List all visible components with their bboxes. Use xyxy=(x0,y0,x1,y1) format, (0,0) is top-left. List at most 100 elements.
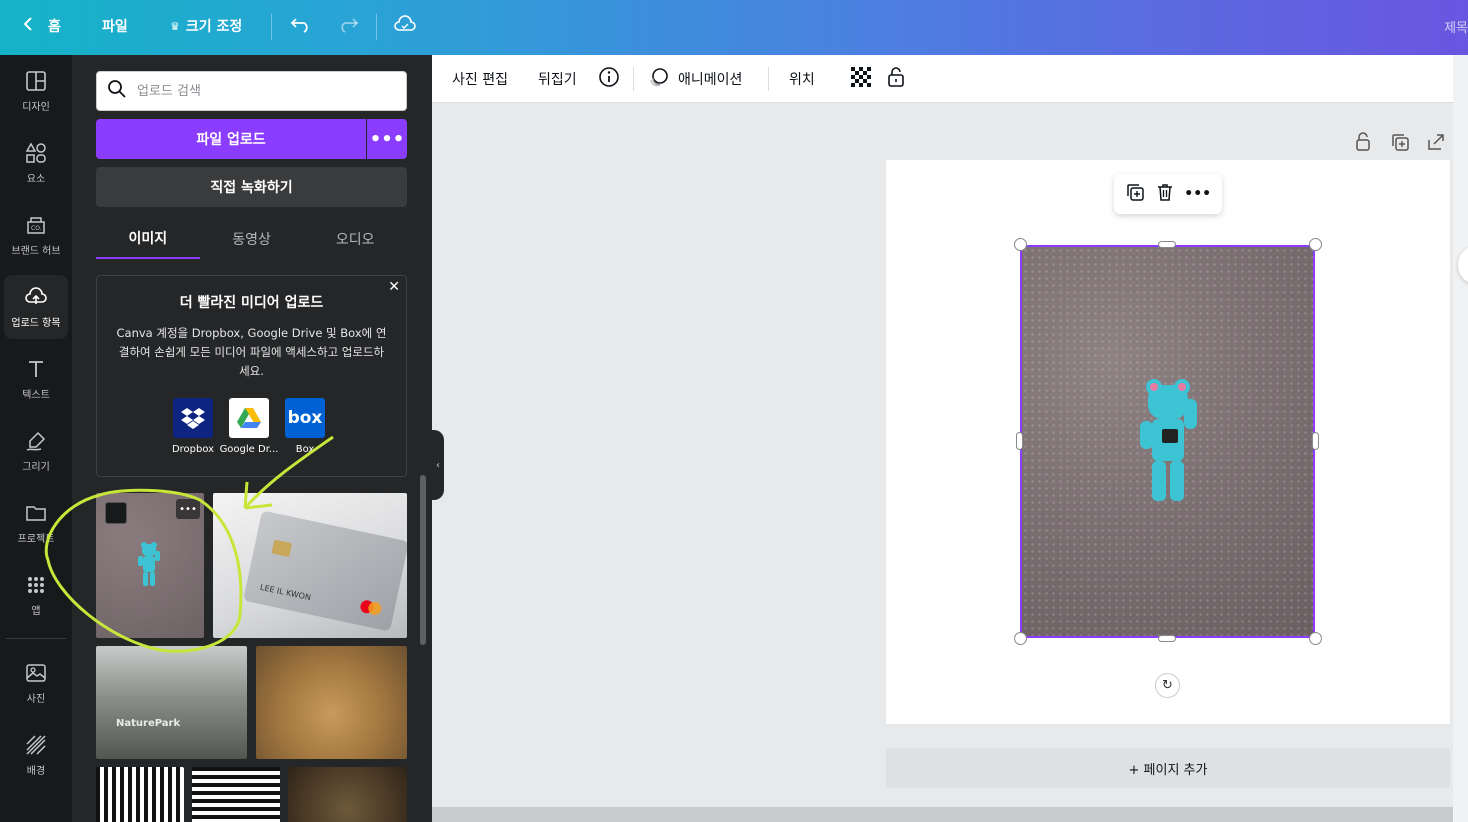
rotate-icon: ↻ xyxy=(1162,678,1173,693)
apps-grid-icon xyxy=(28,576,44,593)
uploaded-image-qr-1[interactable] xyxy=(96,767,184,822)
google-drive-icon xyxy=(229,398,269,438)
rotate-button[interactable]: ↻ xyxy=(1155,673,1180,698)
uploaded-image-qr-2[interactable] xyxy=(192,767,280,822)
selected-photo-element[interactable] xyxy=(1020,245,1315,638)
rail-label: 디자인 xyxy=(22,101,50,113)
file-menu-button[interactable]: 파일 xyxy=(102,14,128,38)
lock-icon xyxy=(886,66,906,92)
side-expand-button[interactable] xyxy=(1458,245,1468,285)
resize-handle-left[interactable] xyxy=(1016,432,1023,450)
card-holder-text: LEE IL KWON xyxy=(259,582,312,603)
design-title[interactable]: 제목 xyxy=(1444,17,1468,36)
more-options-button[interactable]: ••• xyxy=(367,119,407,159)
chip-shape xyxy=(271,539,293,558)
rail-item-background[interactable]: 배경 xyxy=(4,723,68,787)
resize-handle-corner[interactable] xyxy=(1014,238,1027,251)
element-floating-toolbar: ••• xyxy=(1114,174,1222,214)
resize-handle-corner[interactable] xyxy=(1309,632,1322,645)
google-drive-button[interactable]: Google Dr... xyxy=(220,398,278,455)
rail-item-uploads[interactable]: 업로드 항목 xyxy=(4,275,68,339)
resize-handle-corner[interactable] xyxy=(1014,632,1027,645)
page-lock-button[interactable] xyxy=(1354,132,1372,152)
connect-services-card: ✕ 더 빨라진 미디어 업로드 Canva 계정을 Dropbox, Googl… xyxy=(96,275,407,477)
transparency-icon xyxy=(851,67,871,91)
left-rail: 디자인 요소 CO. 브랜드 허브 업로드 항목 텍스트 그리기 프로젝트 앱 … xyxy=(0,55,72,822)
select-checkbox[interactable] xyxy=(105,502,127,524)
brand-icon: CO. xyxy=(27,216,45,234)
photo-icon xyxy=(26,663,46,682)
duplicate-icon[interactable] xyxy=(1125,182,1145,206)
service-label: Box xyxy=(295,444,315,455)
uploaded-image-food[interactable] xyxy=(288,767,407,822)
more-dots-icon[interactable]: ••• xyxy=(1184,186,1211,202)
divider xyxy=(376,14,377,40)
record-yourself-button[interactable]: 직접 녹화하기 xyxy=(96,167,407,207)
add-page-top-button[interactable] xyxy=(1426,132,1446,152)
edit-photo-button[interactable]: 사진 편집 xyxy=(452,67,508,91)
top-bar: 홈 파일 ♛ 크기 조정 제목 xyxy=(0,0,1468,55)
add-page-button[interactable]: + 페이지 추가 xyxy=(886,748,1450,788)
more-options-button[interactable]: ••• xyxy=(176,499,200,519)
service-label: Google Dr... xyxy=(219,444,279,455)
upload-files-button[interactable]: 파일 업로드 xyxy=(96,119,366,159)
search-input[interactable] xyxy=(137,83,387,99)
rail-item-photos[interactable]: 사진 xyxy=(4,651,68,715)
uploaded-image-bear[interactable]: ••• xyxy=(96,493,204,638)
chevron-left-icon: ‹ xyxy=(436,459,440,471)
card-shape: LEE IL KWON xyxy=(243,510,407,632)
position-button[interactable]: 위치 xyxy=(789,67,815,91)
close-icon[interactable]: ✕ xyxy=(388,279,400,295)
cloud-icon xyxy=(393,15,417,37)
uploaded-image-card[interactable]: LEE IL KWON xyxy=(213,493,407,638)
rail-item-brand-hub[interactable]: CO. 브랜드 허브 xyxy=(4,203,68,267)
resize-handle-right[interactable] xyxy=(1312,432,1319,450)
rail-label: 텍스트 xyxy=(22,389,50,401)
lock-icon xyxy=(1354,132,1372,156)
resize-handle-top[interactable] xyxy=(1158,241,1176,248)
home-button[interactable]: 홈 xyxy=(22,14,61,38)
duplicate-page-button[interactable] xyxy=(1390,132,1410,152)
resize-handle-corner[interactable] xyxy=(1309,238,1322,251)
search-icon xyxy=(107,79,127,103)
uploaded-image-animals[interactable] xyxy=(256,646,407,759)
panel-scrollbar[interactable] xyxy=(420,475,426,645)
resize-handle-bottom[interactable] xyxy=(1158,635,1176,642)
shapes-icon xyxy=(25,141,46,163)
duplicate-icon xyxy=(1390,134,1410,156)
box-button[interactable]: box Box xyxy=(285,398,325,455)
lock-button[interactable] xyxy=(886,67,906,91)
search-box[interactable] xyxy=(96,71,407,111)
cloud-save-button[interactable] xyxy=(393,14,417,38)
uploads-panel: 파일 업로드 ••• 직접 녹화하기 이미지 동영상 오디오 ✕ 더 빨라진 미… xyxy=(72,55,432,822)
transparency-button[interactable] xyxy=(851,67,871,91)
text-icon xyxy=(29,360,43,377)
undo-button[interactable] xyxy=(290,14,312,38)
promo-body: Canva 계정을 Dropbox, Google Drive 및 Box에 연… xyxy=(116,326,387,378)
promo-title: 더 빨라진 미디어 업로드 xyxy=(179,295,324,311)
collapse-panel-button[interactable]: ‹ xyxy=(432,430,444,500)
rail-item-elements[interactable]: 요소 xyxy=(4,131,68,195)
tab-images[interactable]: 이미지 xyxy=(96,219,200,259)
rail-item-apps[interactable]: 앱 xyxy=(4,563,68,627)
rail-item-design[interactable]: 디자인 xyxy=(4,59,68,123)
divider xyxy=(768,67,769,91)
svg-text:CO.: CO. xyxy=(31,225,42,232)
animate-button[interactable]: 애니메이션 xyxy=(648,67,742,91)
rail-item-draw[interactable]: 그리기 xyxy=(4,419,68,483)
right-edge-strip xyxy=(1453,55,1468,822)
info-button[interactable] xyxy=(598,67,620,91)
uploaded-image-nature-park[interactable]: NaturePark xyxy=(96,646,247,759)
rail-label: 배경 xyxy=(26,765,46,777)
tab-audio[interactable]: 오디오 xyxy=(303,219,407,259)
service-list: Dropbox Google Dr... box Box xyxy=(172,398,325,455)
rail-item-projects[interactable]: 프로젝트 xyxy=(4,491,68,555)
tab-videos[interactable]: 동영상 xyxy=(200,219,304,259)
resize-button[interactable]: ♛ 크기 조정 xyxy=(170,14,242,38)
trash-icon[interactable] xyxy=(1155,182,1175,206)
flip-button[interactable]: 뒤집기 xyxy=(538,67,577,91)
dropbox-button[interactable]: Dropbox xyxy=(172,398,214,455)
redo-button[interactable] xyxy=(337,14,359,38)
rail-item-text[interactable]: 텍스트 xyxy=(4,347,68,411)
dropbox-icon xyxy=(173,398,213,438)
